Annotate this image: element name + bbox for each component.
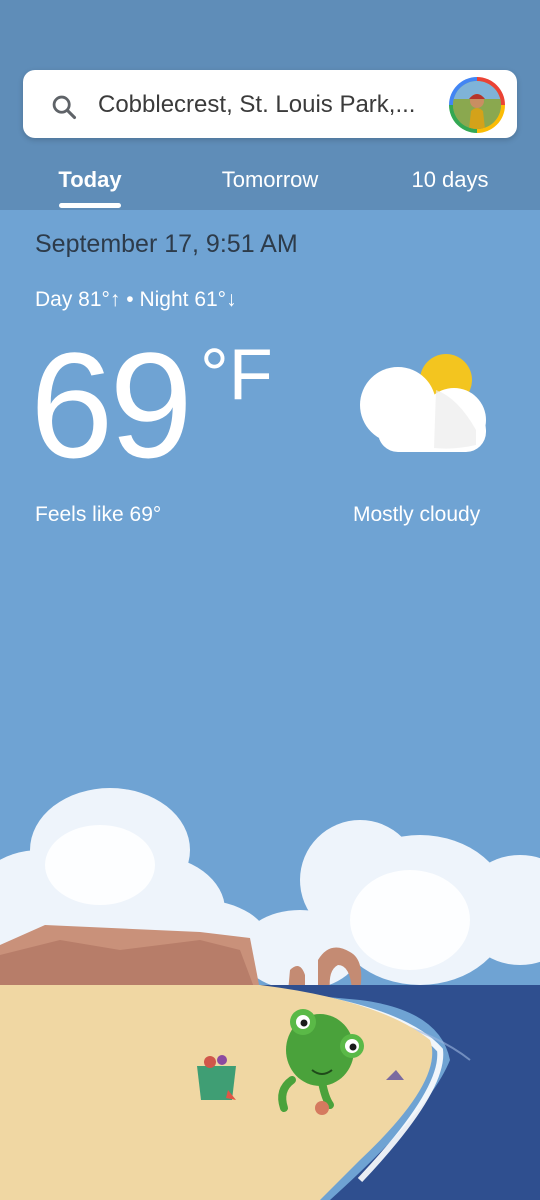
avatar-photo: [453, 81, 501, 129]
temperature-unit: °F: [200, 335, 273, 415]
current-temperature: 69: [30, 321, 193, 489]
search-icon[interactable]: [50, 93, 78, 121]
current-date-time: September 17, 9:51 AM: [35, 230, 298, 258]
weather-app: Cobblecrest, St. Louis Park,... Today To…: [0, 0, 540, 1200]
tab-today[interactable]: Today: [30, 160, 150, 200]
account-avatar[interactable]: [449, 77, 505, 133]
forecast-tabs: Today Tomorrow 10 days: [0, 150, 540, 210]
tab-tomorrow[interactable]: Tomorrow: [200, 160, 340, 200]
beach-frog-illustration: [0, 788, 540, 1200]
header: Cobblecrest, St. Louis Park,... Today To…: [0, 0, 540, 210]
tab-10-days[interactable]: 10 days: [390, 160, 510, 200]
location-search-input[interactable]: Cobblecrest, St. Louis Park,...: [98, 88, 443, 122]
feels-like: Feels like 69°: [35, 503, 162, 526]
mostly-cloudy-icon: [360, 354, 486, 452]
day-night-temps: Day 81°↑ • Night 61°↓: [35, 288, 237, 311]
weather-condition: Mostly cloudy: [353, 503, 481, 526]
selected-tab-indicator: [59, 203, 121, 208]
